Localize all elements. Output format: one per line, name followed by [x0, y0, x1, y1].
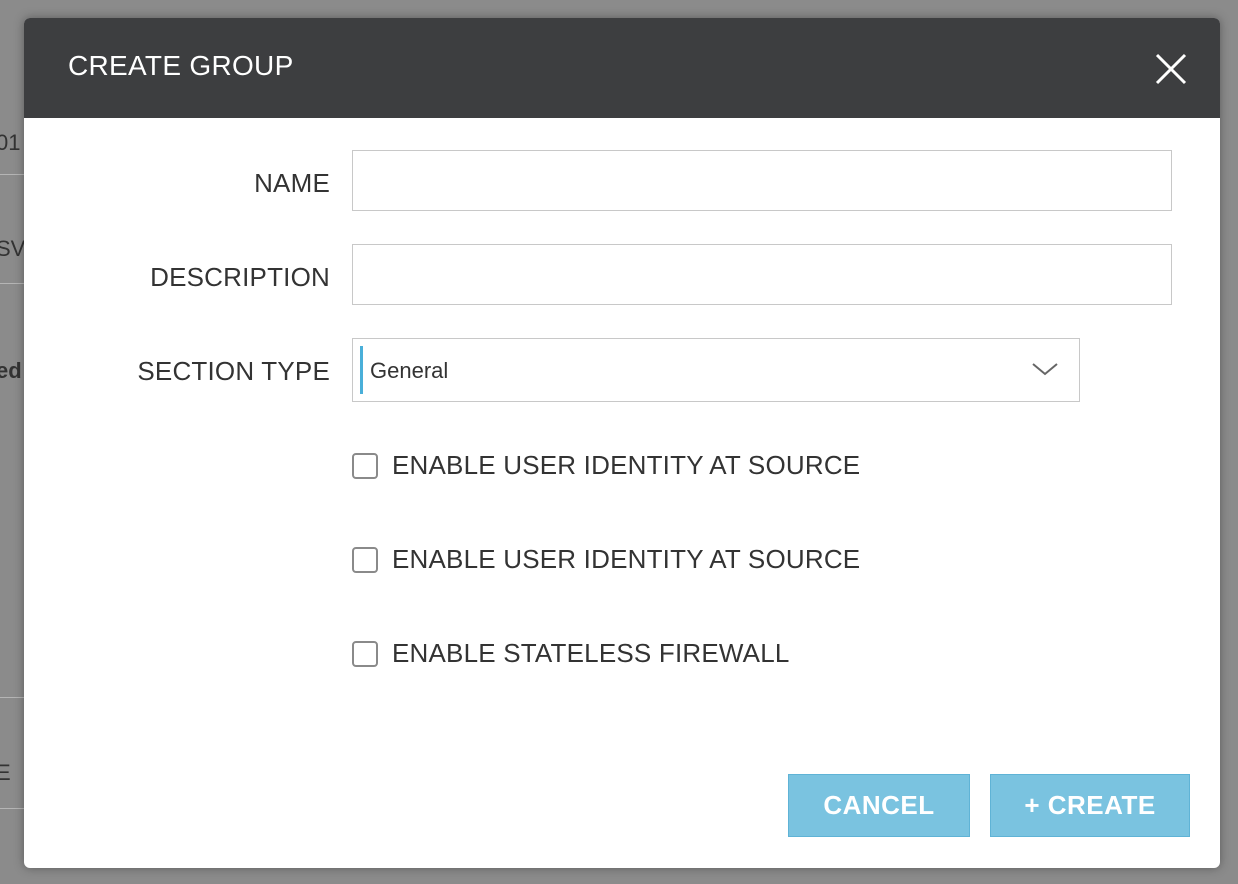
- create-group-dialog: CREATE GROUP NAME DESCRIPTION SECTION TY…: [24, 18, 1220, 868]
- select-focus-accent: [360, 346, 363, 394]
- name-label: NAME: [254, 168, 330, 198]
- checkbox-box[interactable]: [352, 547, 378, 573]
- background-text-fragment: E: [0, 760, 11, 785]
- background-text-fragment: SV: [0, 236, 26, 261]
- description-label: DESCRIPTION: [150, 262, 330, 292]
- dialog-header: CREATE GROUP: [24, 18, 1220, 118]
- create-button[interactable]: + CREATE: [990, 774, 1190, 837]
- section-type-label: SECTION TYPE: [137, 356, 330, 386]
- name-input[interactable]: [352, 150, 1172, 211]
- background-text-fragment: 01: [0, 130, 21, 155]
- cancel-button[interactable]: CANCEL: [788, 774, 970, 837]
- checkbox-label: ENABLE USER IDENTITY AT SOURCE: [392, 544, 861, 574]
- checkbox-label: ENABLE STATELESS FIREWALL: [392, 638, 790, 668]
- description-input[interactable]: [352, 244, 1172, 305]
- section-type-select[interactable]: General: [352, 338, 1080, 402]
- background-text-fragment: ed: [0, 358, 22, 383]
- checkbox-box[interactable]: [352, 453, 378, 479]
- checkbox-label: ENABLE USER IDENTITY AT SOURCE: [392, 450, 861, 480]
- chevron-down-icon: [1032, 363, 1058, 376]
- close-icon: [1155, 53, 1187, 85]
- checkbox-box[interactable]: [352, 641, 378, 667]
- section-type-value: General: [370, 358, 449, 383]
- dialog-title: CREATE GROUP: [68, 50, 294, 81]
- close-button[interactable]: [1154, 52, 1188, 86]
